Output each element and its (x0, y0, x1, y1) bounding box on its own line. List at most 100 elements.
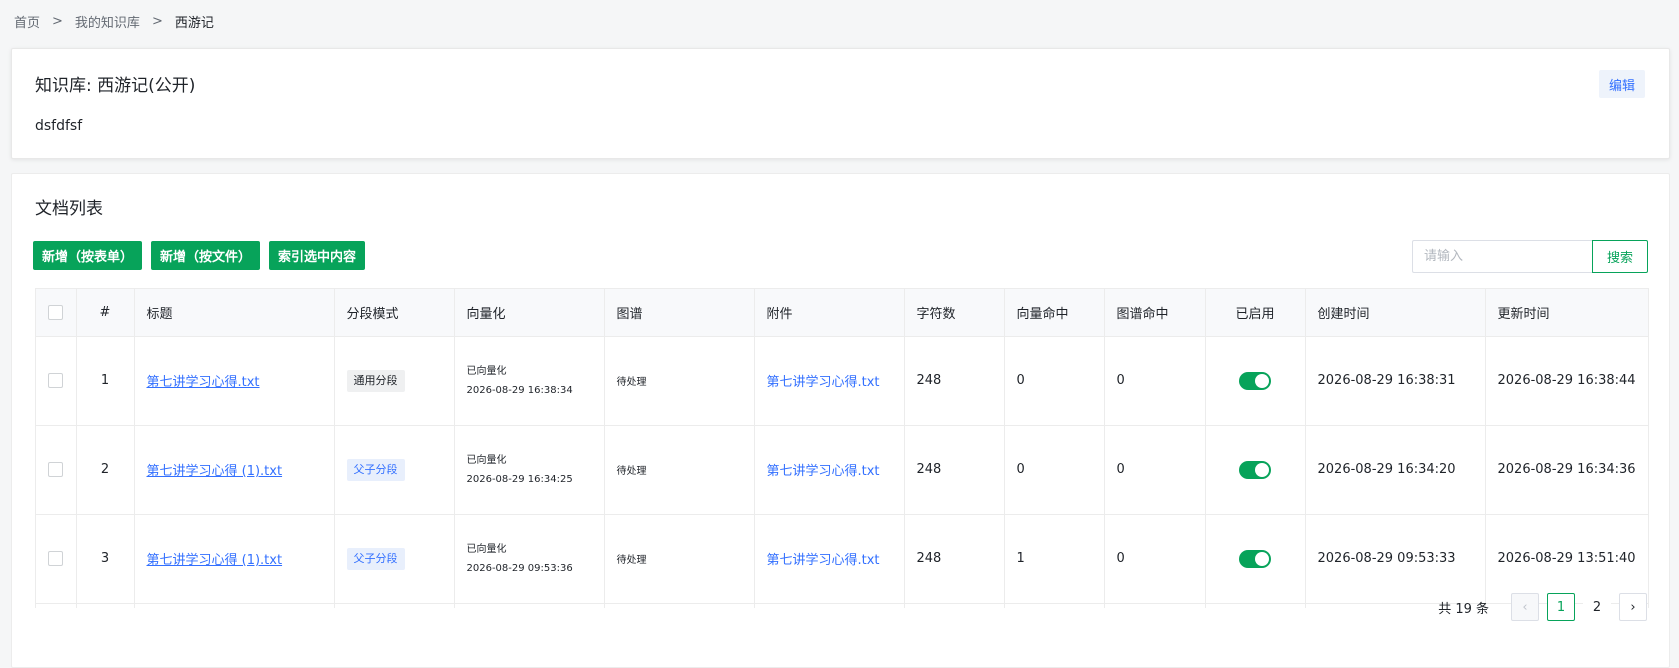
row-select-cell[interactable] (36, 514, 77, 604)
column-header: 标题 (134, 289, 335, 337)
column-header: 已启用 (1205, 289, 1306, 337)
row-index: 1 (76, 336, 135, 426)
table-row: 3 第七讲学习心得 (1).txt 父子分段 已向量化 2026-08-29 09:53… (36, 514, 1648, 604)
vector-cell: 已向量化 2026-08-29 09:53:36 (454, 514, 605, 604)
column-header: 向量化 (454, 289, 605, 337)
vector-cell: 已向量化 2026-08-29 16:38:34 (454, 336, 605, 426)
column-header: 图谱 (604, 289, 755, 337)
partial-cell (904, 603, 1005, 608)
partial-cell (604, 603, 755, 608)
column-header: 图谱命中 (1104, 289, 1206, 337)
table-row-partial (36, 603, 1648, 608)
segment-mode-badge: 父子分段 (346, 547, 405, 570)
breadcrumb-home[interactable]: 首页 (14, 12, 40, 31)
graph-cell: 待处理 (604, 336, 755, 426)
select-all-header[interactable] (36, 289, 77, 337)
vector-time: 2026-08-29 16:34:25 (466, 474, 573, 485)
row-select-cell[interactable] (36, 425, 77, 515)
vector-status: 已向量化 (466, 366, 507, 377)
partial-cell (1004, 603, 1105, 608)
attachment-link[interactable]: 第七讲学习心得.txt (767, 375, 880, 390)
breadcrumb-current: 西游记 (174, 16, 214, 31)
vector-hits: 0 (1004, 425, 1105, 515)
kb-info-card: 知识库: 西游记(公开) dsfdfsf 编辑 (11, 48, 1670, 159)
row-select-cell[interactable] (36, 336, 77, 426)
doc-title-link[interactable]: 第七讲学习心得.txt (147, 375, 260, 390)
updated-time: 2026-08-29 13:51:40 (1485, 514, 1648, 604)
attachment-link[interactable]: 第七讲学习心得.txt (767, 464, 880, 479)
enabled-cell (1205, 425, 1306, 515)
select-all-checkbox[interactable] (48, 304, 64, 320)
attachment-cell: 第七讲学习心得.txt (754, 336, 905, 426)
created-time: 2026-08-29 16:34:20 (1305, 425, 1486, 515)
column-header: # (76, 289, 135, 337)
enabled-toggle[interactable] (1239, 460, 1271, 479)
pagination: 共 19 条 ‹ 1 2 › (1438, 593, 1647, 621)
title-cell: 第七讲学习心得 (1).txt (134, 425, 335, 515)
updated-time: 2026-08-29 16:34:36 (1485, 425, 1648, 515)
doc-title-link[interactable]: 第七讲学习心得 (1).txt (147, 553, 283, 568)
char-count: 248 (904, 514, 1005, 604)
created-time: 2026-08-29 16:38:31 (1305, 336, 1486, 426)
row-checkbox[interactable] (48, 462, 64, 477)
doc-table: # 标题 分段模式 向量化 图谱 附件 字符数 向量命中 图谱命中 已启用 创建… (35, 288, 1649, 608)
updated-time: 2026-08-29 16:38:44 (1485, 336, 1648, 426)
column-header: 分段模式 (334, 289, 455, 337)
kb-description: dsfdfsf (35, 118, 83, 134)
vector-time: 2026-08-29 16:38:34 (466, 385, 573, 396)
partial-cell (134, 603, 335, 608)
row-index: 2 (76, 425, 135, 515)
segment-cell: 父子分段 (334, 425, 455, 515)
vector-hits: 0 (1004, 336, 1105, 426)
breadcrumb-my-kb[interactable]: 我的知识库 (75, 12, 140, 31)
edit-button[interactable]: 编辑 (1599, 70, 1645, 98)
partial-cell (754, 603, 905, 608)
graph-cell: 待处理 (604, 514, 755, 604)
enabled-cell (1205, 514, 1306, 604)
title-cell: 第七讲学习心得 (1).txt (134, 514, 335, 604)
segment-mode-badge: 通用分段 (346, 369, 405, 392)
graph-hits: 0 (1104, 336, 1206, 426)
chevron-left-icon[interactable]: ‹ (1511, 593, 1539, 621)
vector-status: 已向量化 (466, 544, 507, 555)
char-count: 248 (904, 336, 1005, 426)
add-by-form-button[interactable]: 新增（按表单） (33, 241, 143, 270)
index-selected-button[interactable]: 索引选中内容 (269, 241, 366, 270)
vector-hits: 1 (1004, 514, 1105, 604)
attachment-link[interactable]: 第七讲学习心得.txt (767, 553, 880, 568)
vector-cell: 已向量化 2026-08-29 16:34:25 (454, 425, 605, 515)
table-row: 2 第七讲学习心得 (1).txt 父子分段 已向量化 2026-08-29 16:34… (36, 425, 1648, 515)
row-checkbox[interactable] (48, 373, 64, 388)
created-time: 2026-08-29 09:53:33 (1305, 514, 1486, 604)
column-header: 附件 (754, 289, 905, 337)
breadcrumb: 首页 > 我的知识库 > 西游记 (14, 12, 214, 31)
table-header-row: # 标题 分段模式 向量化 图谱 附件 字符数 向量命中 图谱命中 已启用 创建… (36, 289, 1648, 337)
page-button-1[interactable]: 1 (1547, 593, 1575, 621)
vector-time: 2026-08-29 09:53:36 (466, 563, 573, 574)
breadcrumb-separator: > (151, 14, 163, 29)
row-checkbox[interactable] (48, 551, 64, 566)
row-index: 3 (76, 514, 135, 604)
doc-list-title: 文档列表 (35, 199, 103, 219)
search-input[interactable] (1412, 240, 1593, 273)
partial-cell (76, 603, 135, 608)
add-by-file-button[interactable]: 新增（按文件） (151, 241, 261, 270)
title-cell: 第七讲学习心得.txt (134, 336, 335, 426)
enabled-toggle[interactable] (1239, 371, 1271, 390)
page-button-2[interactable]: 2 (1583, 593, 1611, 621)
enabled-cell (1205, 336, 1306, 426)
search-button[interactable]: 搜索 (1592, 240, 1648, 273)
enabled-toggle[interactable] (1239, 549, 1271, 568)
partial-cell (36, 603, 77, 608)
chevron-right-icon[interactable]: › (1619, 593, 1647, 621)
attachment-cell: 第七讲学习心得.txt (754, 425, 905, 515)
column-header: 向量命中 (1004, 289, 1105, 337)
doc-title-link[interactable]: 第七讲学习心得 (1).txt (147, 464, 283, 479)
partial-cell (1205, 603, 1306, 608)
graph-cell: 待处理 (604, 425, 755, 515)
graph-hits: 0 (1104, 514, 1206, 604)
graph-status: 待处理 (616, 376, 647, 388)
segment-cell: 父子分段 (334, 514, 455, 604)
attachment-cell: 第七讲学习心得.txt (754, 514, 905, 604)
partial-cell (1104, 603, 1206, 608)
